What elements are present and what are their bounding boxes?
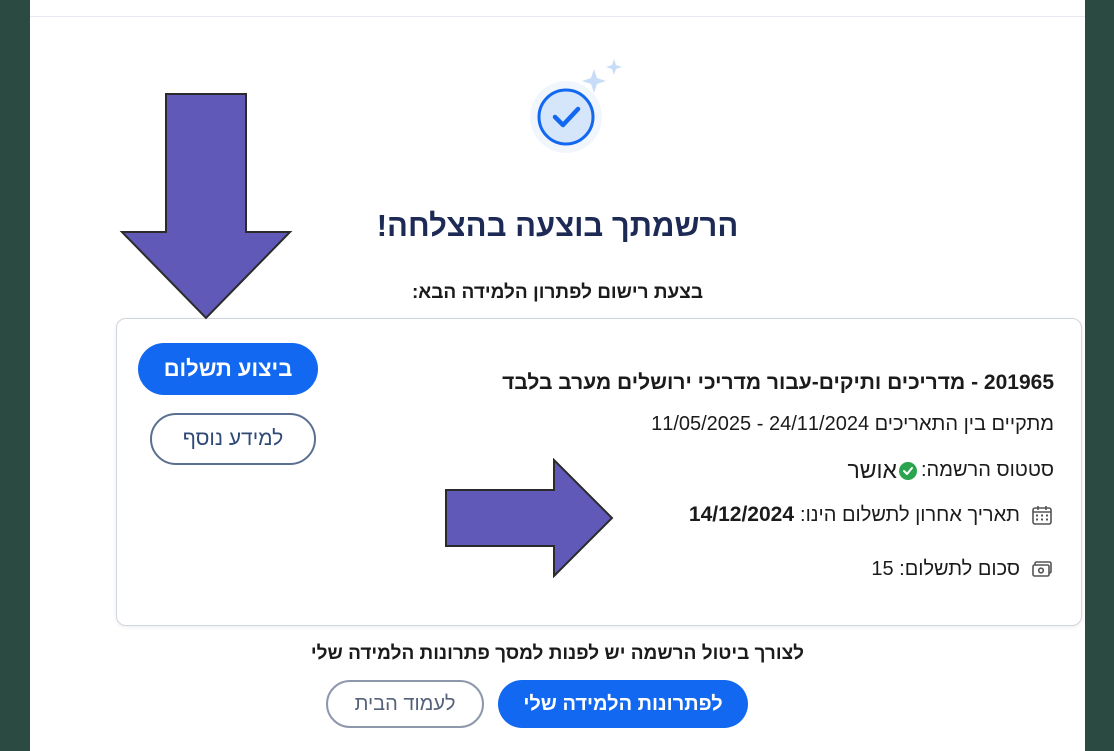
- pay-button[interactable]: ביצוע תשלום: [138, 343, 318, 395]
- check-badge-icon: [898, 461, 917, 480]
- down-arrow-annotation: [119, 93, 293, 320]
- payment-deadline: תאריך אחרון לתשלום הינו: 14/12/2024: [689, 503, 1054, 527]
- home-page-button[interactable]: לעמוד הבית: [326, 680, 484, 728]
- calendar-icon: [1032, 506, 1052, 525]
- cash-icon: [1032, 561, 1052, 577]
- status-label: סטטוס הרשמה:: [920, 459, 1054, 481]
- deadline-label: תאריך אחרון לתשלום הינו:: [800, 503, 1020, 526]
- right-arrow-annotation: [445, 458, 614, 578]
- payment-amount: סכום לתשלום: 15: [871, 557, 1054, 581]
- amount-text: סכום לתשלום: 15: [871, 557, 1020, 580]
- registration-status: סטטוס הרשמה: אושר: [847, 457, 1054, 484]
- top-divider: [30, 16, 1085, 17]
- course-title: 201965 - מדריכים ותיקים-עבור מדריכי ירוש…: [502, 371, 1054, 394]
- status-value: אושר: [847, 457, 897, 483]
- cancel-note: לצורך ביטול הרשמה יש לפנות למסך פתרונות …: [310, 643, 805, 664]
- success-check-icon: [530, 59, 622, 153]
- course-dates: מתקיים בין התאריכים 24/11/2024 - 11/05/2…: [651, 413, 1054, 435]
- more-info-button[interactable]: למידע נוסף: [150, 413, 316, 465]
- my-learning-solutions-button[interactable]: לפתרונות הלמידה שלי: [498, 680, 748, 728]
- deadline-value: 14/12/2024: [688, 503, 795, 526]
